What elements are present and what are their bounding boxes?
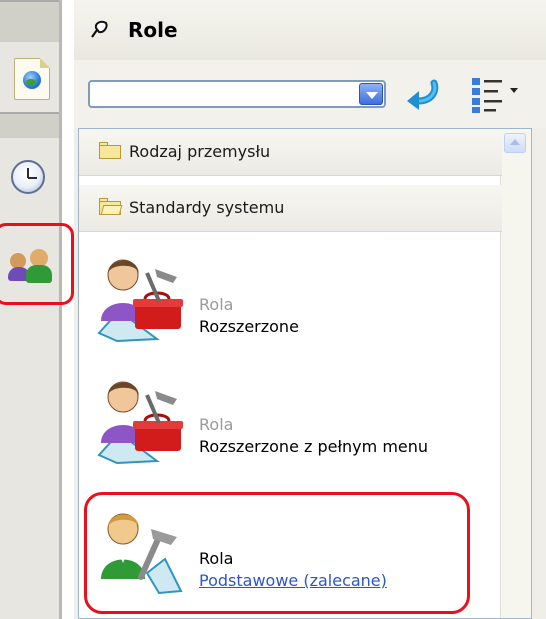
go-arrow-icon[interactable] <box>404 79 440 111</box>
role-item-extended[interactable]: Rola Rozszerzone <box>79 247 502 355</box>
folder-front <box>100 205 123 215</box>
pin-icon[interactable] <box>88 19 110 41</box>
panel-title: Role <box>128 18 178 42</box>
combo-dropdown-button[interactable] <box>359 83 383 105</box>
scrollbar[interactable] <box>500 129 531 618</box>
scroll-up-button[interactable] <box>504 133 526 153</box>
role-extended-icon <box>97 259 183 343</box>
role-kicker: Rola <box>199 415 234 434</box>
folder-open-icon <box>99 198 123 215</box>
list-view-icon[interactable] <box>470 76 504 114</box>
document-globe-icon[interactable] <box>14 58 50 100</box>
role-search-combo[interactable] <box>88 80 386 108</box>
clock-hand-minute <box>28 177 37 179</box>
folder-closed-icon <box>99 142 121 159</box>
role-name: Rozszerzone <box>199 317 299 336</box>
group-row-system-standards[interactable]: Standardy systemu <box>79 185 502 232</box>
view-dropdown-icon[interactable] <box>510 88 518 93</box>
group-row-industry[interactable]: Rodzaj przemysłu <box>79 129 502 176</box>
chevron-down-icon <box>366 92 378 99</box>
clock-icon[interactable] <box>11 160 45 194</box>
role-item-extended-full-menu[interactable]: Rola Rozszerzone z pełnym menu <box>79 367 502 475</box>
group-label: Standardy systemu <box>129 198 285 217</box>
toolbar-section <box>0 2 62 42</box>
document-fold <box>40 58 50 68</box>
panel-header: Role <box>74 0 546 61</box>
role-extended-full-icon <box>97 381 183 465</box>
role-search-input[interactable] <box>94 83 348 107</box>
folder-back <box>99 145 121 159</box>
chevron-up-icon <box>510 139 520 145</box>
globe-land <box>26 79 36 85</box>
users-tab-highlight <box>0 223 74 305</box>
panel-toolbar <box>74 60 546 128</box>
toolbar-section <box>0 114 62 138</box>
role-kicker: Rola <box>199 295 234 314</box>
recommended-role-highlight <box>84 492 470 614</box>
toolbar-edge <box>59 0 62 619</box>
left-toolbar <box>0 0 62 619</box>
role-name: Rozszerzone z pełnym menu <box>199 437 429 456</box>
group-label: Rodzaj przemysłu <box>129 142 271 161</box>
